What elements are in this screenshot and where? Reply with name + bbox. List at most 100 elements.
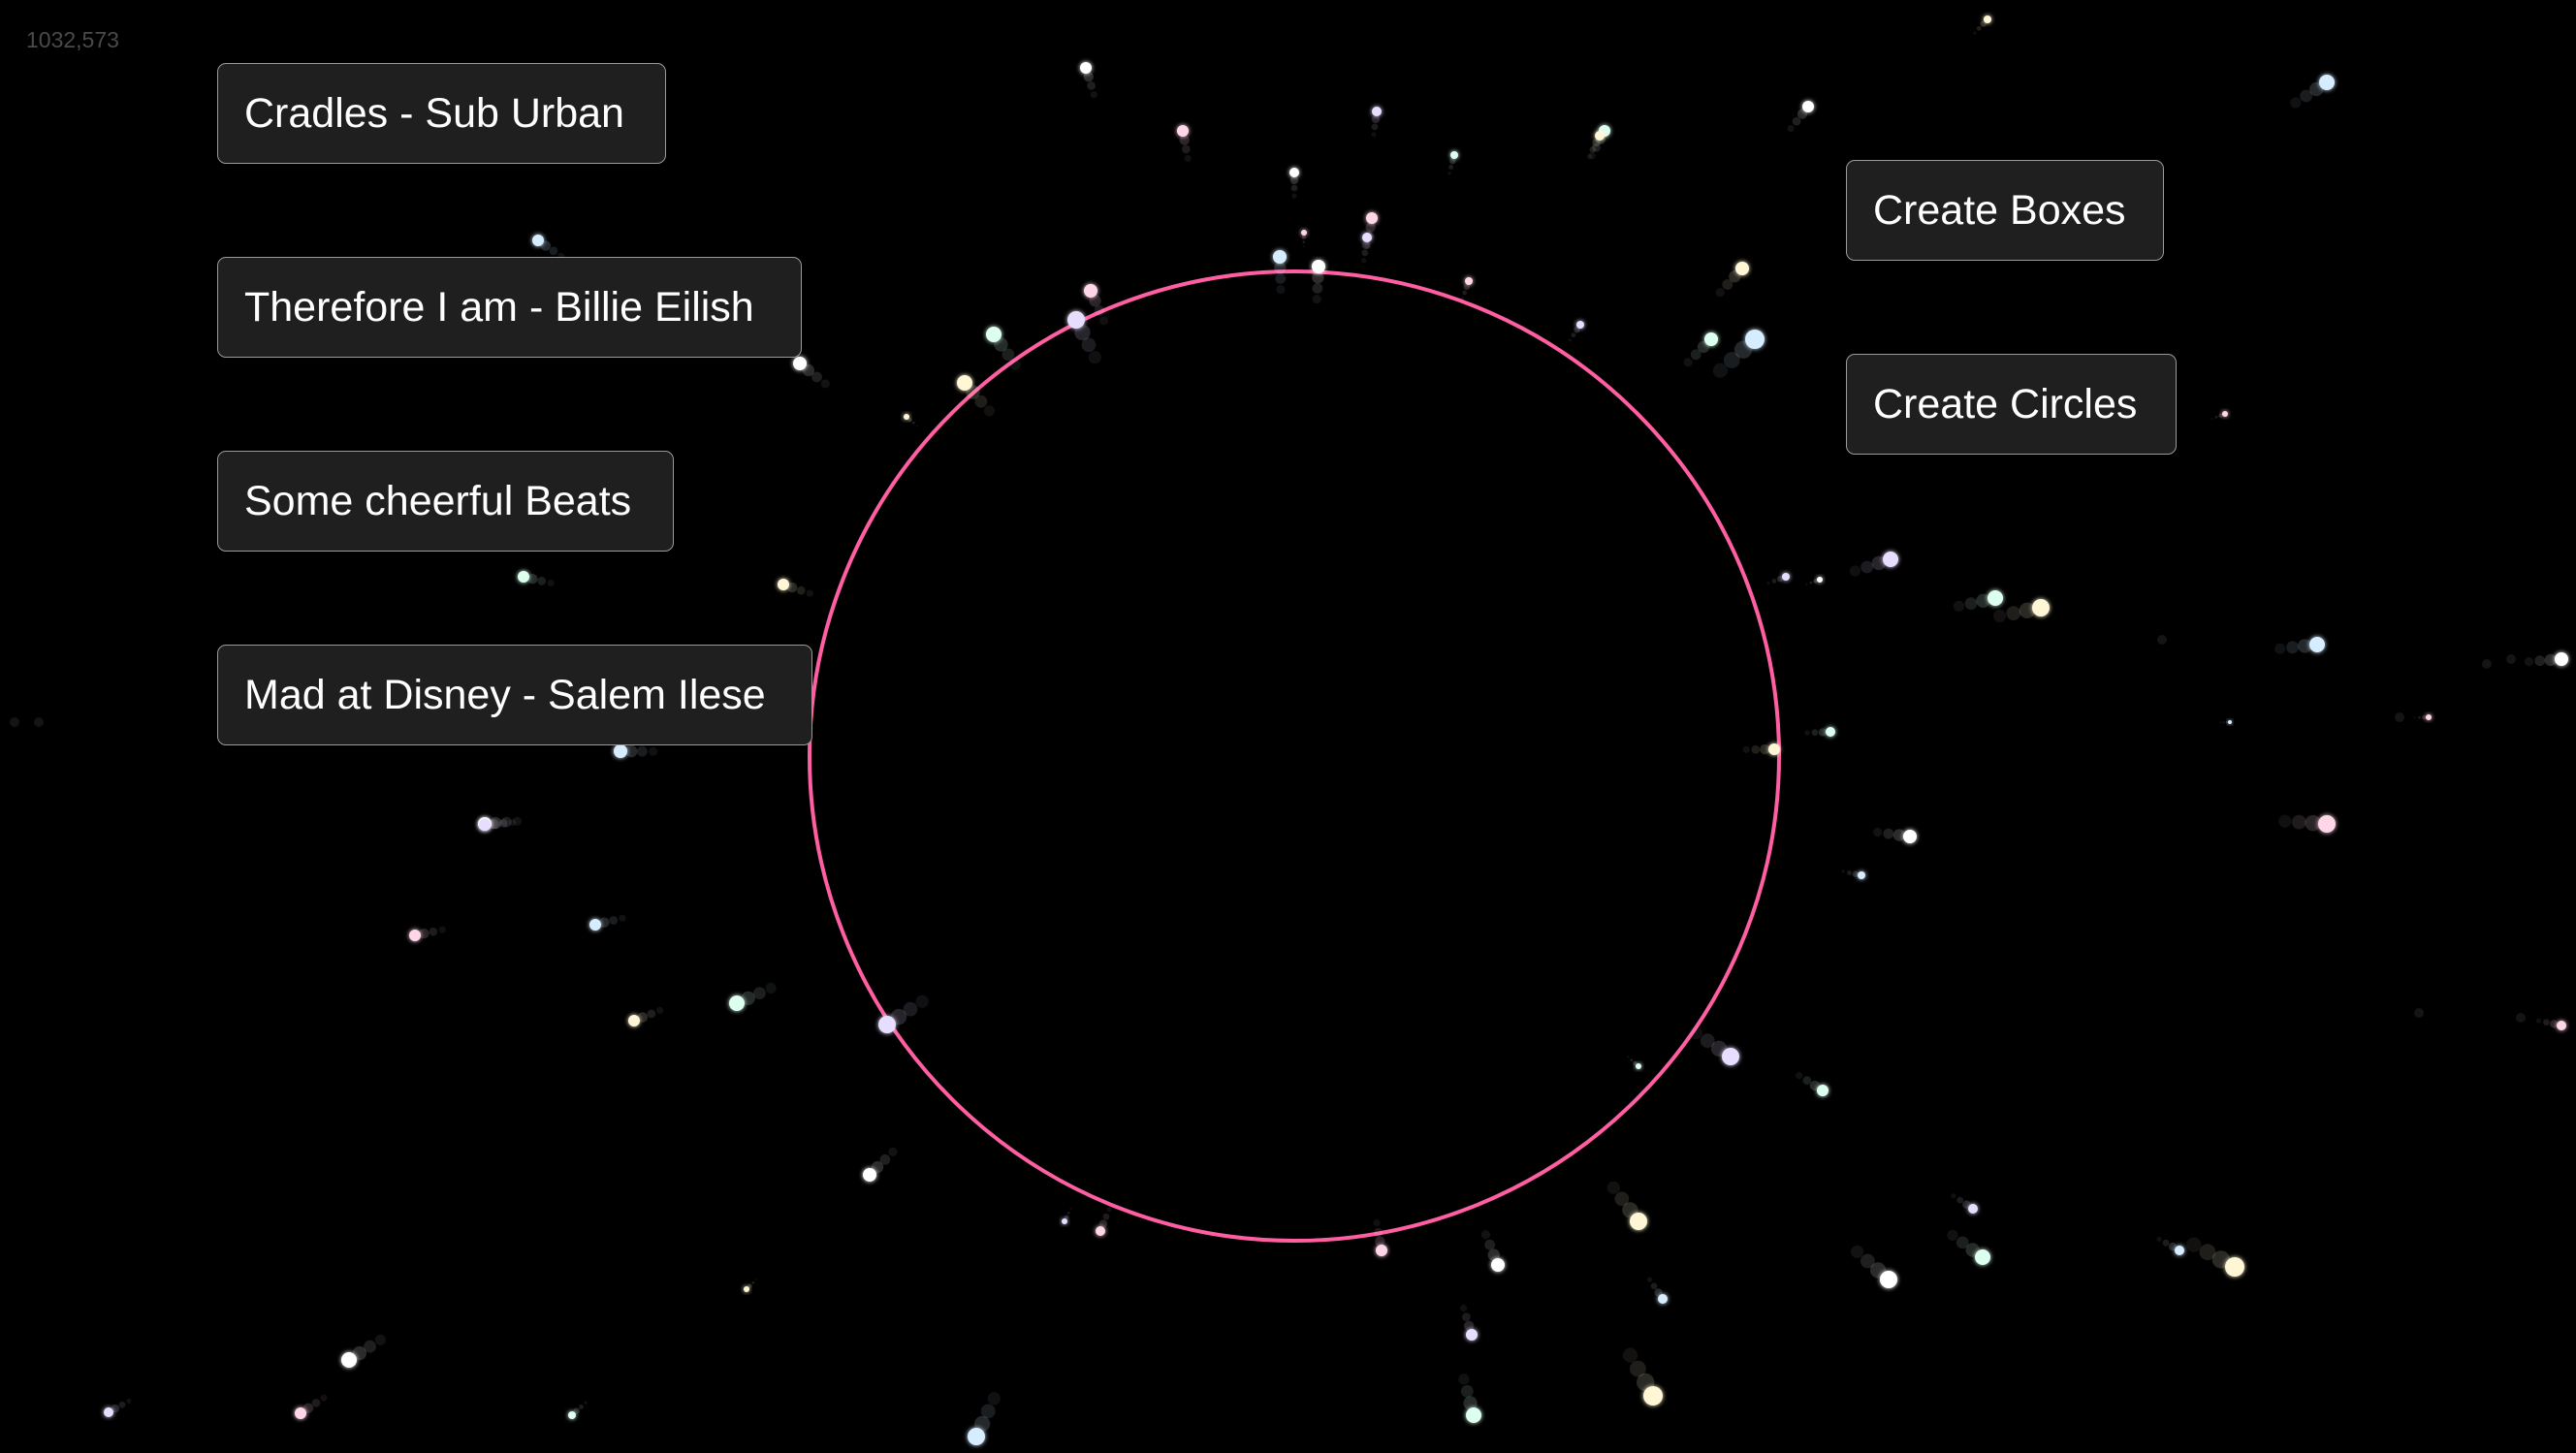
particle-trail bbox=[796, 585, 806, 595]
particle-trail bbox=[579, 1405, 584, 1409]
particle-trail bbox=[1106, 1207, 1112, 1213]
particle-trail bbox=[1841, 869, 1845, 873]
particle-dot bbox=[1817, 1085, 1829, 1096]
particle-dot bbox=[2309, 637, 2325, 652]
particle-trail bbox=[549, 246, 558, 256]
particle-trail bbox=[2413, 716, 2416, 719]
particle-trail bbox=[751, 1280, 755, 1284]
particle-trail bbox=[126, 1398, 132, 1404]
particle-trail bbox=[915, 995, 929, 1008]
particle-trail bbox=[903, 1001, 918, 1017]
particle-dot bbox=[1826, 727, 1835, 737]
particle-trail bbox=[1289, 175, 1299, 185]
particle-trail bbox=[2199, 1244, 2216, 1261]
particle-trail bbox=[1462, 290, 1467, 296]
particle-dot bbox=[1289, 168, 1299, 177]
particle-trail bbox=[2156, 1236, 2162, 1242]
particle-dot bbox=[614, 744, 627, 758]
particle-trail bbox=[1069, 1208, 1072, 1211]
particle-dot bbox=[1883, 552, 1898, 567]
particle-trail bbox=[1302, 245, 1305, 248]
particle-trail bbox=[1312, 295, 1321, 304]
particle-dot bbox=[1312, 260, 1325, 273]
particle-trail bbox=[1291, 193, 1297, 199]
particle-trail bbox=[1860, 1253, 1875, 1269]
particle-dot bbox=[2318, 815, 2336, 833]
coordinate-readout: 1032,573 bbox=[26, 27, 119, 52]
particle-trail bbox=[765, 982, 777, 994]
particle-trail bbox=[2278, 814, 2292, 828]
song-button-therefore-i-am[interactable]: Therefore I am - Billie Eilish bbox=[217, 257, 802, 358]
particle-dot bbox=[968, 1428, 985, 1445]
particle-dot bbox=[1802, 101, 1814, 112]
particle-dot bbox=[2225, 1257, 2244, 1277]
particle-trail bbox=[755, 1279, 758, 1280]
particle-trail bbox=[637, 745, 648, 757]
particle-trail bbox=[1088, 351, 1101, 364]
particle-trail bbox=[1448, 165, 1454, 170]
particle-dot bbox=[1658, 1294, 1668, 1304]
particle-dot bbox=[1636, 1063, 1641, 1069]
particle-trail bbox=[2286, 641, 2300, 654]
particle-trail bbox=[1361, 249, 1369, 257]
particle-dot bbox=[1450, 151, 1458, 159]
particle-trail bbox=[1723, 352, 1740, 368]
particle-trail bbox=[1956, 1196, 1964, 1204]
background-speck bbox=[2395, 712, 2404, 722]
particle-dot bbox=[1817, 577, 1823, 583]
song-button-mad-at-disney[interactable]: Mad at Disney - Salem Ilese bbox=[217, 645, 812, 745]
particle-trail bbox=[1275, 273, 1287, 284]
particle-trail bbox=[1484, 1239, 1496, 1250]
particle-trail bbox=[1964, 597, 1978, 610]
particle-trail bbox=[2162, 1239, 2170, 1247]
particle-trail bbox=[1480, 1230, 1491, 1240]
particle-trail bbox=[1976, 25, 1982, 31]
particle-dot bbox=[1595, 131, 1605, 141]
particle-trail bbox=[987, 1392, 1001, 1406]
create-boxes-button[interactable]: Create Boxes bbox=[1846, 160, 2164, 261]
particle-trail bbox=[2210, 418, 2213, 420]
particle-trail bbox=[374, 1334, 386, 1345]
particle-trail bbox=[1650, 1282, 1658, 1290]
particle-trail bbox=[509, 819, 517, 827]
particle-dot bbox=[1704, 332, 1718, 346]
particle-trail bbox=[1796, 1072, 1803, 1080]
song-button-cheerful-beats[interactable]: Some cheerful Beats bbox=[217, 451, 674, 552]
particle-trail bbox=[1722, 279, 1733, 290]
particle-dot bbox=[1096, 1226, 1105, 1236]
particle-dot bbox=[1768, 743, 1780, 755]
particle-dot bbox=[532, 235, 544, 246]
particle-trail bbox=[429, 927, 438, 936]
particle-dot bbox=[1466, 1407, 1481, 1423]
particle-trail bbox=[1586, 153, 1592, 160]
particle-trail bbox=[547, 579, 555, 587]
particle-trail bbox=[489, 819, 499, 830]
particle-dot bbox=[2228, 720, 2232, 724]
particle-trail bbox=[1568, 338, 1572, 342]
particle-trail bbox=[811, 371, 822, 383]
particle-dot bbox=[1466, 1329, 1478, 1341]
particle-trail bbox=[2550, 1020, 2559, 1028]
particle-trail bbox=[1973, 31, 1977, 35]
particle-trail bbox=[1447, 172, 1451, 175]
particle-trail bbox=[2543, 1019, 2550, 1027]
particle-trail bbox=[1066, 1212, 1070, 1215]
background-speck bbox=[10, 717, 19, 727]
particle-dot bbox=[2557, 1021, 2566, 1030]
background-speck bbox=[2516, 1013, 2526, 1023]
particle-trail bbox=[320, 1394, 328, 1402]
song-button-cradles[interactable]: Cradles - Sub Urban bbox=[217, 63, 666, 164]
particle-dot bbox=[628, 1015, 640, 1027]
particle-trail bbox=[1371, 123, 1379, 131]
particle-trail bbox=[1646, 1277, 1653, 1282]
particle-dot bbox=[1630, 1213, 1647, 1230]
particle-trail bbox=[584, 1401, 588, 1405]
particle-trail bbox=[1276, 285, 1286, 295]
particle-trail bbox=[1792, 116, 1801, 126]
particle-trail bbox=[1614, 1191, 1630, 1207]
create-circles-button[interactable]: Create Circles bbox=[1846, 354, 2177, 455]
particle-trail bbox=[1627, 1056, 1630, 1058]
particle-dot bbox=[863, 1168, 876, 1182]
particle-trail bbox=[1811, 729, 1819, 737]
particle-dot bbox=[479, 819, 491, 831]
